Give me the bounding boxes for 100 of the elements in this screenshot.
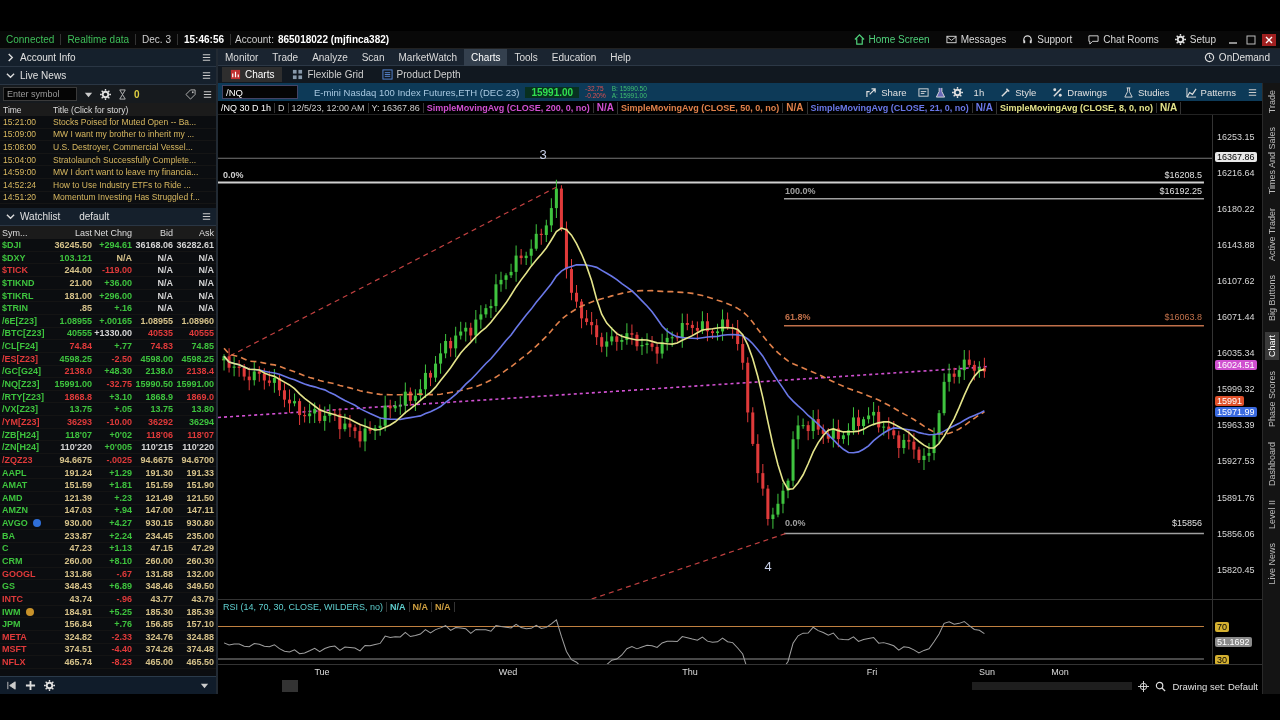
- sub-tab[interactable]: Flexible Grid: [284, 67, 372, 82]
- symbol-cell[interactable]: AMAT: [2, 480, 29, 491]
- study-label[interactable]: RSI (14, 70, 30, CLOSE, WILDERS, no): [220, 602, 388, 612]
- symbol-cell[interactable]: C: [2, 543, 10, 554]
- symbol-cell[interactable]: /ES[Z23]: [2, 353, 39, 364]
- symbol-cell[interactable]: BA: [2, 530, 16, 541]
- side-tab[interactable]: Chart: [1264, 332, 1279, 361]
- side-tab[interactable]: Active Trader: [1264, 205, 1279, 265]
- symbol-input[interactable]: /NQ: [222, 85, 298, 99]
- symbol-cell[interactable]: $TIKRL: [2, 290, 35, 301]
- symbol-cell[interactable]: /ZN[H24]: [2, 442, 40, 453]
- menu-tab[interactable]: Monitor: [218, 48, 266, 66]
- top-link[interactable]: Messages: [939, 34, 1013, 45]
- data-feed-status[interactable]: Realtime data: [65, 34, 137, 45]
- symbol-cell[interactable]: META: [2, 631, 28, 642]
- news-headline[interactable]: MW I don't want to leave my financia...: [50, 167, 216, 178]
- scroll-bar[interactable]: [972, 682, 1133, 690]
- symbol-cell[interactable]: /GC[G24]: [2, 366, 42, 377]
- symbol-cell[interactable]: AMZN: [2, 505, 29, 516]
- study-label[interactable]: SimpleMovingAvg (CLOSE, 200, 0, no): [423, 102, 594, 113]
- symbol-cell[interactable]: /CL[F24]: [2, 341, 39, 352]
- symbol-cell[interactable]: /YM[Z23]: [2, 416, 41, 427]
- symbol-cell[interactable]: /VX[Z23]: [2, 404, 39, 415]
- symbol-cell[interactable]: NFLX: [2, 657, 27, 668]
- quote-cell-text: 131.88: [144, 568, 174, 579]
- symbol-cell[interactable]: /ZQZ23: [2, 454, 34, 465]
- side-tab[interactable]: Live News: [1264, 539, 1279, 588]
- column-header[interactable]: Net Chng: [93, 227, 133, 238]
- symbol-cell[interactable]: MSFT: [2, 644, 28, 655]
- sub-tab[interactable]: Product Depth: [373, 67, 469, 82]
- symbol-cell[interactable]: $DJI: [2, 239, 22, 250]
- column-header[interactable]: Sym...: [0, 227, 53, 238]
- symbol-input[interactable]: Enter symbol: [3, 87, 77, 101]
- symbol-cell[interactable]: AVGO: [2, 518, 29, 529]
- watchlist-header[interactable]: Watchlist default: [0, 208, 216, 227]
- menu-tab[interactable]: Education: [544, 48, 604, 66]
- side-tab[interactable]: Phase Scores: [1264, 368, 1279, 431]
- column-header[interactable]: Title (Click for story): [50, 104, 216, 115]
- side-tab[interactable]: Big Buttons: [1264, 272, 1279, 325]
- news-headline[interactable]: U.S. Destroyer, Commercial Vessel...: [50, 142, 216, 152]
- watchlist-name[interactable]: default: [79, 211, 110, 223]
- menu-tab[interactable]: MarketWatch: [391, 48, 465, 66]
- menu-tab[interactable]: Tools: [507, 48, 545, 66]
- chevron-icon[interactable]: [6, 53, 15, 62]
- ondemand-button[interactable]: OnDemand: [1193, 51, 1280, 63]
- symbol-cell[interactable]: $TIKND: [2, 277, 36, 288]
- symbol-cell[interactable]: AMD: [2, 492, 24, 503]
- close-icon[interactable]: [1262, 32, 1276, 47]
- panel-header[interactable]: Account Info: [0, 49, 216, 67]
- column-header[interactable]: Bid: [133, 227, 174, 238]
- symbol-cell[interactable]: CRM: [2, 556, 24, 566]
- symbol-cell[interactable]: GS: [2, 581, 16, 592]
- news-headline[interactable]: Stratolaunch Successfully Complete...: [50, 154, 216, 165]
- symbol-cell[interactable]: IWM: [2, 606, 22, 617]
- study-label[interactable]: SimpleMovingAvg (CLOSE, 8, 0, no): [996, 102, 1158, 113]
- symbol-cell[interactable]: JPM: [2, 619, 22, 630]
- toolbar-button[interactable]: Style: [995, 86, 1042, 98]
- top-link[interactable]: Chat Rooms: [1082, 34, 1165, 45]
- top-link[interactable]: Home Screen: [847, 34, 936, 45]
- news-headline[interactable]: How to Use Industry ETFs to Ride ...: [50, 179, 216, 190]
- toolbar-button[interactable]: 1h: [968, 86, 990, 98]
- panel-header[interactable]: Live News: [0, 67, 216, 85]
- top-link[interactable]: Setup: [1168, 34, 1222, 45]
- side-tab[interactable]: Trade: [1264, 87, 1279, 117]
- symbol-cell[interactable]: $TRIN: [2, 303, 29, 314]
- column-header[interactable]: Last: [53, 227, 93, 238]
- sub-tab[interactable]: Charts: [222, 67, 283, 82]
- drawing-set-label[interactable]: Drawing set: Default: [1172, 680, 1258, 692]
- toolbar-button[interactable]: Patterns: [1180, 86, 1241, 98]
- toolbar-button[interactable]: Drawings: [1047, 86, 1112, 98]
- menu-tab[interactable]: Scan: [354, 48, 392, 66]
- symbol-cell[interactable]: GOOGL: [2, 568, 37, 579]
- chevron-icon[interactable]: [6, 71, 15, 80]
- toolbar-button[interactable]: Share: [861, 86, 912, 98]
- side-tab[interactable]: Dashboard: [1264, 438, 1279, 489]
- news-headline[interactable]: MW I want my brother to inherit my ...: [50, 129, 216, 140]
- symbol-cell[interactable]: /NQ[Z23]: [2, 379, 41, 389]
- symbol-cell[interactable]: /BTC[Z23]: [2, 328, 46, 339]
- study-label[interactable]: SimpleMovingAvg (CLOSE, 21, 0, no): [807, 102, 973, 113]
- symbol-cell[interactable]: $DXY: [2, 252, 27, 263]
- symbol-cell[interactable]: $TICK: [2, 265, 29, 276]
- menu-tab[interactable]: Trade: [265, 48, 306, 66]
- menu-tab[interactable]: Help: [603, 48, 638, 66]
- chevron-icon[interactable]: [6, 212, 15, 222]
- news-headline[interactable]: Stocks Poised for Muted Open -- Ba...: [50, 116, 216, 127]
- symbol-cell[interactable]: /ZB[H24]: [2, 429, 40, 440]
- news-headline[interactable]: Momentum Investing Has Struggled f...: [50, 192, 216, 203]
- study-label[interactable]: SimpleMovingAvg (CLOSE, 50, 0, no): [618, 102, 784, 113]
- account-number[interactable]: 865018022 (mjfinca382): [277, 34, 390, 45]
- toolbar-button[interactable]: Studies: [1117, 86, 1175, 98]
- column-header[interactable]: Time: [0, 104, 50, 115]
- symbol-cell[interactable]: INTC: [2, 593, 24, 604]
- top-link[interactable]: Support: [1016, 34, 1079, 45]
- symbol-cell[interactable]: /RTY[Z23]: [2, 391, 45, 402]
- side-tab[interactable]: Times And Sales: [1264, 124, 1279, 198]
- symbol-cell[interactable]: /6E[Z23]: [2, 315, 38, 326]
- side-tab[interactable]: Level II: [1264, 496, 1279, 532]
- column-header[interactable]: Ask: [174, 227, 215, 238]
- symbol-cell[interactable]: AAPL: [2, 467, 28, 478]
- menu-tab[interactable]: Analyze: [305, 48, 355, 66]
